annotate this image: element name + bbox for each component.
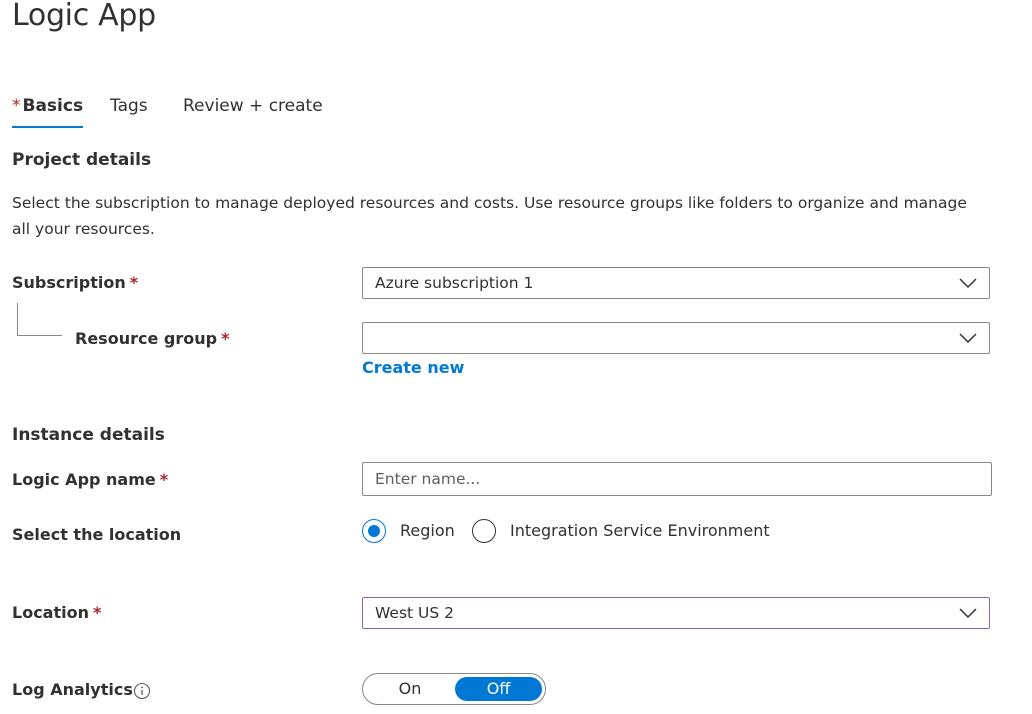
subscription-label: Subscription * [12,273,138,292]
instance-details-heading: Instance details [12,425,165,445]
project-details-description: Select the subscription to manage deploy… [12,194,967,238]
logic-app-name-input[interactable] [362,462,992,496]
info-icon[interactable] [133,682,151,700]
subscription-value: Azure subscription 1 [375,274,534,292]
subscription-label-text: Subscription [12,273,126,292]
location-label: Location * [12,603,101,622]
log-analytics-toggle[interactable]: On Off [362,673,546,705]
page-title: Logic App [12,0,156,33]
log-analytics-label: Log Analytics [12,680,133,699]
radio-ise-label: Integration Service Environment [510,521,770,540]
logic-app-name-label-text: Logic App name [12,470,156,489]
radio-region-label: Region [400,521,455,540]
location-dropdown[interactable]: West US 2 [362,597,990,629]
resource-group-dropdown[interactable] [362,322,990,354]
select-location-label: Select the location [12,525,182,544]
resource-group-label: Resource group * [75,329,229,348]
required-marker: * [159,470,169,489]
create-new-resource-group-link[interactable]: Create new [362,358,464,377]
required-marker: * [12,96,21,116]
tab-tags[interactable]: Tags [110,96,148,116]
subscription-dropdown[interactable]: Azure subscription 1 [362,267,990,299]
location-value: West US 2 [375,604,455,622]
chevron-down-icon [959,608,977,619]
radio-circle-unchecked [472,519,496,543]
required-marker: * [92,603,102,622]
radio-circle-checked [362,519,386,543]
location-label-text: Location [12,603,89,622]
tab-basics-label: Basics [22,96,84,116]
tab-basics[interactable]: * Basics [12,96,84,128]
chevron-down-icon [959,278,977,289]
tab-review-create[interactable]: Review + create [183,96,323,116]
resource-group-label-text: Resource group [75,329,218,348]
project-details-heading: Project details [12,150,152,170]
required-marker: * [221,329,230,348]
log-analytics-on-option[interactable]: On [367,677,453,701]
chevron-down-icon [959,333,977,344]
tree-connector-line [17,303,62,336]
logic-app-name-label: Logic App name * [12,470,168,489]
log-analytics-off-option[interactable]: Off [455,677,542,701]
required-marker: * [129,273,139,292]
